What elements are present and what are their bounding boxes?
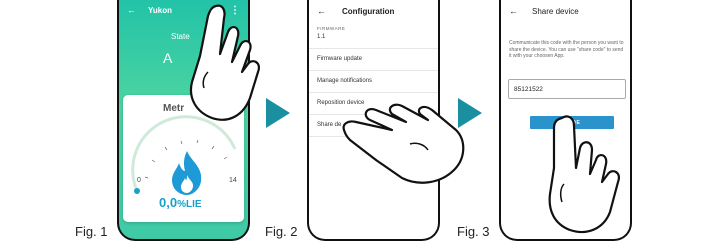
fig3-label: Fig. 3 <box>457 224 490 239</box>
phone-screen-configuration: ← Configuration FIRMWARE 1.1 Firmware up… <box>307 0 440 241</box>
firmware-section-header: FIRMWARE <box>317 26 346 31</box>
back-arrow-icon[interactable]: ← <box>127 5 136 15</box>
gauge-needle <box>134 188 140 194</box>
app-bar: ← Yukon ⚙ ⋮ <box>119 0 248 20</box>
state-value: A <box>163 50 173 66</box>
share-code-field[interactable]: 85121522 <box>508 79 626 99</box>
menu-item-share-device[interactable]: Share de <box>309 115 438 137</box>
fig1-label: Fig. 1 <box>75 224 108 239</box>
back-arrow-icon[interactable]: ← <box>317 6 326 16</box>
metric-label: Metr <box>163 103 185 114</box>
phone-screen-device: ← Yukon ⚙ ⋮ State A Metr 0 14 0,0%LIE <box>117 0 250 241</box>
arrow-right-icon <box>266 98 290 128</box>
menu-item-reposition-device[interactable]: Reposition device <box>309 93 438 115</box>
firmware-version: 1.1 <box>309 34 438 49</box>
back-arrow-icon[interactable]: ← <box>509 6 518 16</box>
app-bar: ← Configuration <box>309 0 438 22</box>
metric-unit: %LIE <box>177 199 202 210</box>
state-label: State <box>171 32 190 41</box>
gear-icon[interactable]: ⚙ <box>213 5 222 16</box>
more-menu-icon[interactable]: ⋮ <box>230 5 240 16</box>
gauge-min: 0 <box>137 177 141 184</box>
share-code-button[interactable]: CODE <box>530 116 614 129</box>
metric-card: Metr 0 14 0,0%LIE <box>123 95 244 222</box>
metric-value: 0,0%LIE <box>159 195 202 210</box>
metric-number: 0,0 <box>159 195 178 210</box>
config-list: FIRMWARE 1.1 Firmware update Manage noti… <box>309 26 438 137</box>
gauge-max: 14 <box>229 177 237 184</box>
menu-item-manage-notifications[interactable]: Manage notifications <box>309 71 438 93</box>
menu-item-firmware-update[interactable]: Firmware update <box>309 49 438 71</box>
flame-icon <box>172 151 202 195</box>
device-title: Yukon <box>148 5 173 15</box>
page-title: Configuration <box>342 6 395 16</box>
page-title: Share device <box>532 6 579 16</box>
phone-screen-share-device: ← Share device Communicate this code wit… <box>499 0 632 241</box>
share-description: Communicate this code with the person yo… <box>509 40 624 59</box>
fig2-label: Fig. 2 <box>265 224 298 239</box>
app-bar: ← Share device <box>501 0 630 22</box>
arrow-right-icon <box>458 98 482 128</box>
